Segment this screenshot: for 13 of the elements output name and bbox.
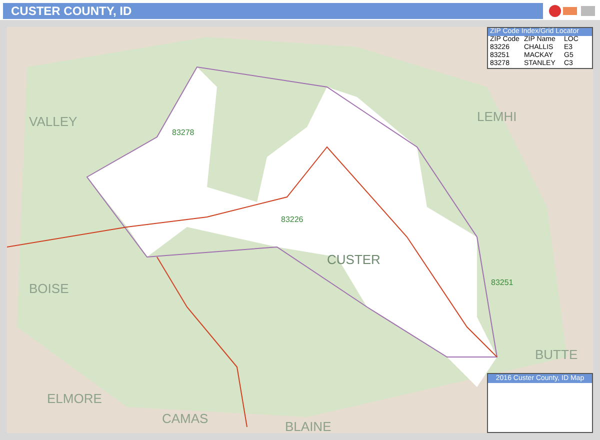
zip-label: 83251 [491, 277, 514, 289]
county-label: LEMHI [477, 108, 517, 126]
zip-label: 83226 [281, 214, 304, 226]
county-label: CAMAS [162, 410, 208, 428]
logo-drawing [547, 3, 597, 19]
title-bar: CUSTER COUNTY, ID [3, 3, 543, 19]
zip-label: 83278 [172, 127, 194, 139]
county-label: ELMORE [47, 390, 102, 408]
county-label: BLAINE [285, 418, 332, 433]
county-label: BUTTE [535, 346, 578, 364]
county-label: CUSTER [327, 251, 380, 269]
county-label: BOISE [29, 280, 69, 298]
county-label: VALLEY [29, 113, 78, 131]
